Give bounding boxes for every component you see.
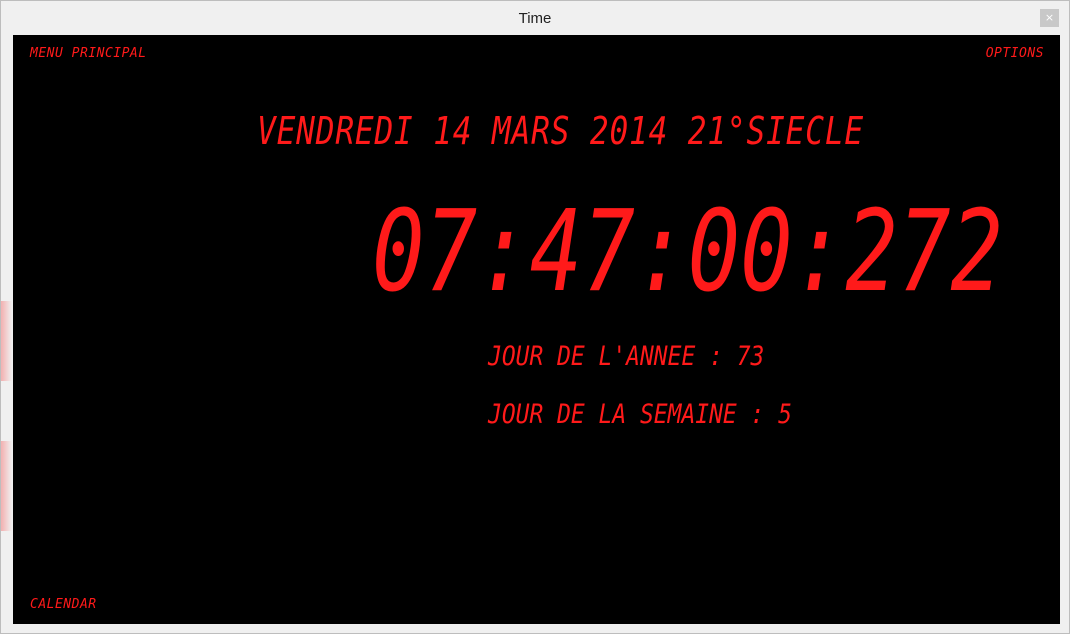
calendar-link[interactable]: CALENDAR: [30, 597, 97, 612]
close-button[interactable]: ×: [1040, 9, 1059, 27]
window-title: Time: [518, 10, 552, 27]
app-window: Time × MENU PRINCIPAL OPTIONS VENDREDI 1…: [0, 0, 1070, 634]
time-display: 07:47:00:272: [372, 187, 1004, 317]
date-display: VENDREDI 14 MARS 2014 21°SIECLE: [257, 109, 864, 153]
day-of-week-display: JOUR DE LA SEMAINE : 5: [488, 399, 792, 430]
options-link[interactable]: OPTIONS: [986, 46, 1044, 61]
background-decor: [1, 301, 12, 381]
day-of-year-display: JOUR DE L'ANNEE : 73: [488, 341, 765, 372]
title-bar[interactable]: Time ×: [1, 1, 1069, 34]
menu-principal-link[interactable]: MENU PRINCIPAL: [30, 46, 147, 61]
background-decor: [1, 441, 12, 531]
clock-display-panel: MENU PRINCIPAL OPTIONS VENDREDI 14 MARS …: [13, 35, 1060, 624]
